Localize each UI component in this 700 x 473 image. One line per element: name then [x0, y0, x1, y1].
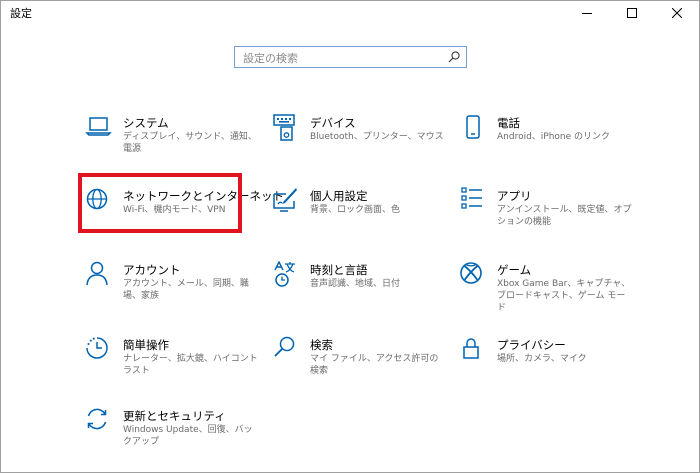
person-icon	[85, 261, 113, 289]
tile-description: 音声認識、地域、日付	[310, 279, 401, 289]
tile-title: アプリ	[497, 189, 532, 203]
search-input[interactable]: 設定の検索	[234, 46, 467, 68]
tile-description: マイ ファイル、アクセス許可の検索	[310, 354, 439, 376]
tile-apps[interactable]: アプリ アンインストール、既定値、オプションの機能	[459, 187, 639, 247]
tile-title: アカウント	[123, 263, 181, 277]
tile-update[interactable]: 更新とセキュリティ Windows Update、回復、バックアップ	[85, 407, 265, 467]
apps-list-icon	[459, 187, 487, 215]
tile-gaming[interactable]: ゲーム Xbox Game Bar、キャプチャ、ブロードキャスト、ゲーム モード	[459, 261, 639, 321]
tile-title: ゲーム	[497, 263, 532, 277]
time-language-icon	[272, 261, 300, 289]
maximize-icon	[626, 8, 637, 18]
lock-icon	[459, 336, 487, 364]
tile-description: アンインストール、既定値、オプションの機能	[497, 205, 632, 227]
tile-title: 検索	[310, 338, 333, 352]
settings-window: 設定 設定の検索 システム ディスプレイ、サウンド、通知、電源 デバイス Blu…	[0, 0, 700, 473]
close-icon	[671, 8, 682, 18]
tile-personalization[interactable]: 個人用設定 背景、ロック画面、色	[272, 187, 452, 247]
search-box-icon	[448, 51, 460, 63]
tile-phone[interactable]: 電話 Android、iPhone のリンク	[459, 114, 639, 174]
tile-title: デバイス	[310, 116, 356, 130]
title-bar: 設定	[1, 1, 699, 25]
tile-title: 個人用設定	[310, 189, 368, 203]
tile-description: 場所、カメラ、マイク	[497, 354, 587, 364]
tile-description: Xbox Game Bar、キャプチャ、ブロードキャスト、ゲーム モード	[497, 279, 631, 313]
tile-description: 背景、ロック画面、色	[310, 205, 401, 215]
window-title: 設定	[10, 7, 32, 20]
maximize-button[interactable]	[609, 1, 654, 25]
minimize-button[interactable]	[564, 1, 609, 25]
tile-title: システム	[123, 116, 169, 130]
tile-description: Bluetooth、プリンター、マウス	[310, 132, 444, 142]
tile-title: 時刻と言語	[310, 263, 368, 277]
tile-title: 簡単操作	[123, 338, 169, 352]
laptop-icon	[85, 114, 113, 142]
tile-devices[interactable]: デバイス Bluetooth、プリンター、マウス	[272, 114, 452, 174]
search-icon	[272, 336, 300, 364]
tile-description: ディスプレイ、サウンド、通知、電源	[123, 132, 257, 154]
keyboard-icon	[272, 114, 300, 142]
tile-title: プライバシー	[497, 338, 566, 352]
tile-system[interactable]: システム ディスプレイ、サウンド、通知、電源	[85, 114, 265, 174]
ease-of-access-icon	[85, 336, 113, 364]
phone-icon	[459, 114, 487, 142]
tile-description: Windows Update、回復、バックアップ	[123, 425, 253, 447]
refresh-icon	[85, 407, 113, 435]
paint-icon	[272, 187, 300, 215]
tile-privacy[interactable]: プライバシー 場所、カメラ、マイク	[459, 336, 639, 396]
tile-description: アカウント、メール、同期、職場、家族	[123, 279, 249, 301]
search-placeholder: 設定の検索	[243, 52, 298, 65]
close-button[interactable]	[654, 1, 699, 25]
xbox-icon	[459, 261, 487, 289]
tile-accounts[interactable]: アカウント アカウント、メール、同期、職場、家族	[85, 261, 265, 321]
tile-title: 更新とセキュリティ	[123, 409, 226, 423]
tile-description: ナレーター、拡大鏡、ハイコントラスト	[123, 354, 258, 376]
tile-title: 電話	[497, 116, 520, 130]
tile-description: Android、iPhone のリンク	[497, 132, 611, 142]
network-highlight-box	[78, 173, 242, 233]
tile-search[interactable]: 検索 マイ ファイル、アクセス許可の検索	[272, 336, 452, 396]
tile-ease-of-access[interactable]: 簡単操作 ナレーター、拡大鏡、ハイコントラスト	[85, 336, 265, 396]
tile-time-language[interactable]: 時刻と言語 音声認識、地域、日付	[272, 261, 452, 321]
minimize-icon	[581, 13, 592, 14]
